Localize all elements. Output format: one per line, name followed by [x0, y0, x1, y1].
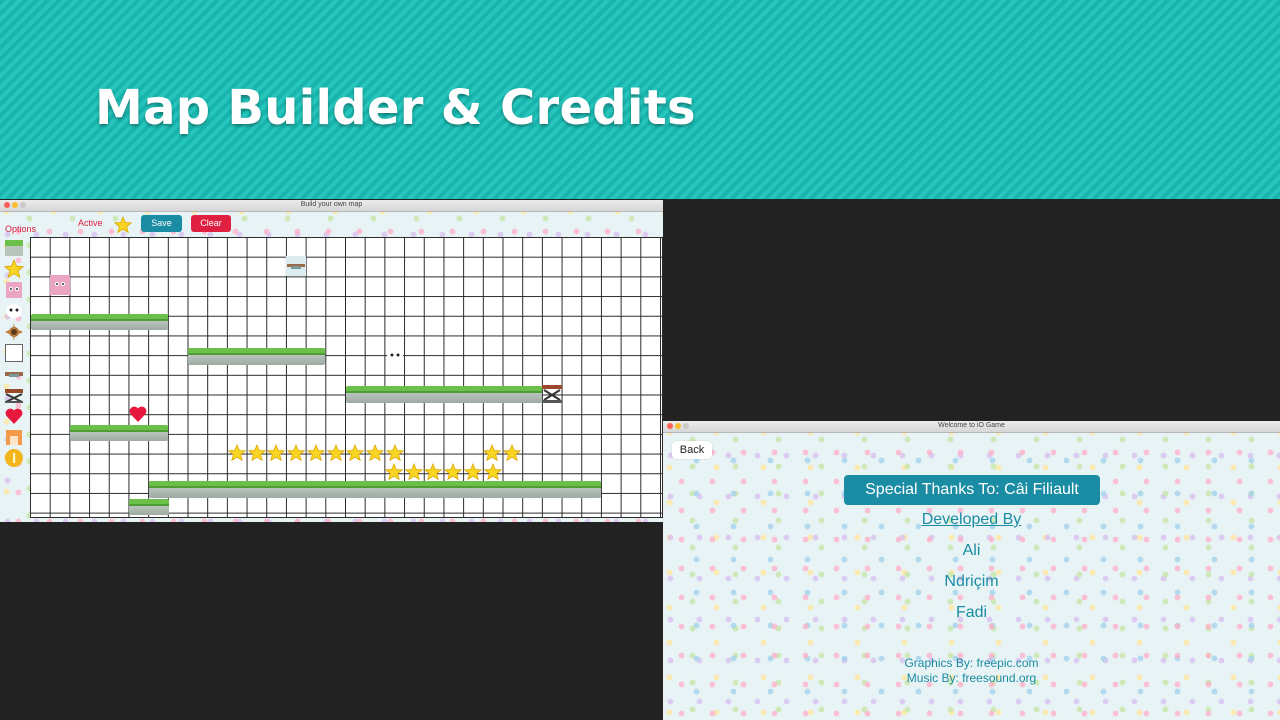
floating-log-tile[interactable] [286, 256, 306, 276]
star-tile[interactable] [267, 443, 286, 462]
developed-by-heading: Developed By [921, 511, 1022, 528]
window-titlebar: Build your own map [0, 200, 663, 212]
spring-trampoline-tile-icon[interactable] [4, 385, 24, 405]
heart-tile-icon[interactable] [4, 406, 24, 426]
developer-name: Fadi [955, 604, 988, 621]
spiky-brown-enemy-icon[interactable] [4, 322, 24, 342]
exit-door-tile-icon[interactable] [4, 427, 24, 447]
pink-cube-enemy-icon[interactable] [4, 280, 24, 300]
map-grid[interactable] [30, 237, 663, 518]
star-row [482, 443, 523, 462]
star-tile[interactable] [227, 443, 247, 462]
star-tile[interactable] [286, 443, 306, 462]
grass-platform-tile[interactable] [129, 499, 169, 515]
star-tile[interactable] [483, 462, 502, 481]
graphics-credit: Graphics By: freepic.com [904, 656, 1039, 670]
music-credit: Music By: freesound.org [906, 671, 1037, 685]
empty-block-tile-icon[interactable] [4, 343, 24, 363]
back-button[interactable]: Back [672, 441, 712, 459]
clear-button[interactable]: Clear [191, 215, 231, 232]
slide-title: Map Builder & Credits [95, 80, 696, 136]
save-button[interactable]: Save [141, 215, 182, 232]
credits-window: Welcome to iO Game Back Special Thanks T… [663, 421, 1280, 720]
star-tile[interactable] [404, 462, 423, 481]
active-tile-star-icon [113, 215, 133, 234]
star-tile[interactable] [424, 462, 443, 481]
credits-body: Back Special Thanks To: Câi Filiault Dev… [663, 433, 1280, 720]
developer-name: Ali [962, 542, 981, 559]
spring-trampoline-tile[interactable] [542, 385, 562, 403]
floating-log-tile-icon[interactable] [4, 364, 24, 384]
star-tile[interactable] [365, 443, 385, 462]
builder-body: Options Active Save Clear [0, 212, 663, 522]
grass-platform-tile[interactable] [149, 481, 601, 498]
star-tile[interactable] [385, 443, 404, 462]
window-title: Build your own map [300, 201, 363, 208]
grass-platform-tile[interactable] [31, 314, 168, 330]
white-ghost-enemy-icon[interactable] [4, 301, 24, 321]
grass-platform-tile[interactable] [70, 425, 168, 441]
star-tile[interactable] [502, 443, 521, 462]
gold-coin-tile-icon[interactable] [4, 448, 24, 468]
developer-name: Ndriçim [944, 573, 999, 590]
star-tile[interactable] [326, 443, 345, 462]
grass-platform-tile[interactable] [188, 348, 325, 365]
slide-header: Map Builder & Credits [0, 0, 1280, 199]
star-row [227, 443, 405, 462]
star-tile[interactable] [247, 443, 266, 462]
window-titlebar: Welcome to iO Game [663, 421, 1280, 433]
grass-platform-tile-icon[interactable] [4, 238, 24, 258]
star-tile[interactable] [345, 443, 365, 462]
star-tile[interactable] [463, 462, 483, 481]
grass-platform-tile[interactable] [346, 386, 542, 403]
star-tile[interactable] [384, 462, 404, 481]
star-tile[interactable] [482, 443, 502, 462]
special-thanks-banner: Special Thanks To: Câi Filiault [844, 475, 1100, 505]
active-label: Active [78, 218, 103, 228]
map-builder-window: Build your own map Options Active Save C… [0, 200, 663, 522]
star-tile-icon[interactable] [4, 259, 24, 279]
pink-cube-enemy-tile[interactable] [50, 275, 70, 295]
star-row [384, 462, 503, 481]
star-tile[interactable] [306, 443, 326, 462]
white-ghost-enemy-tile[interactable] [385, 346, 405, 366]
star-tile[interactable] [443, 462, 463, 481]
heart-tile[interactable] [128, 404, 148, 424]
options-label: Options [5, 224, 37, 234]
window-title: Welcome to iO Game [938, 422, 1005, 429]
